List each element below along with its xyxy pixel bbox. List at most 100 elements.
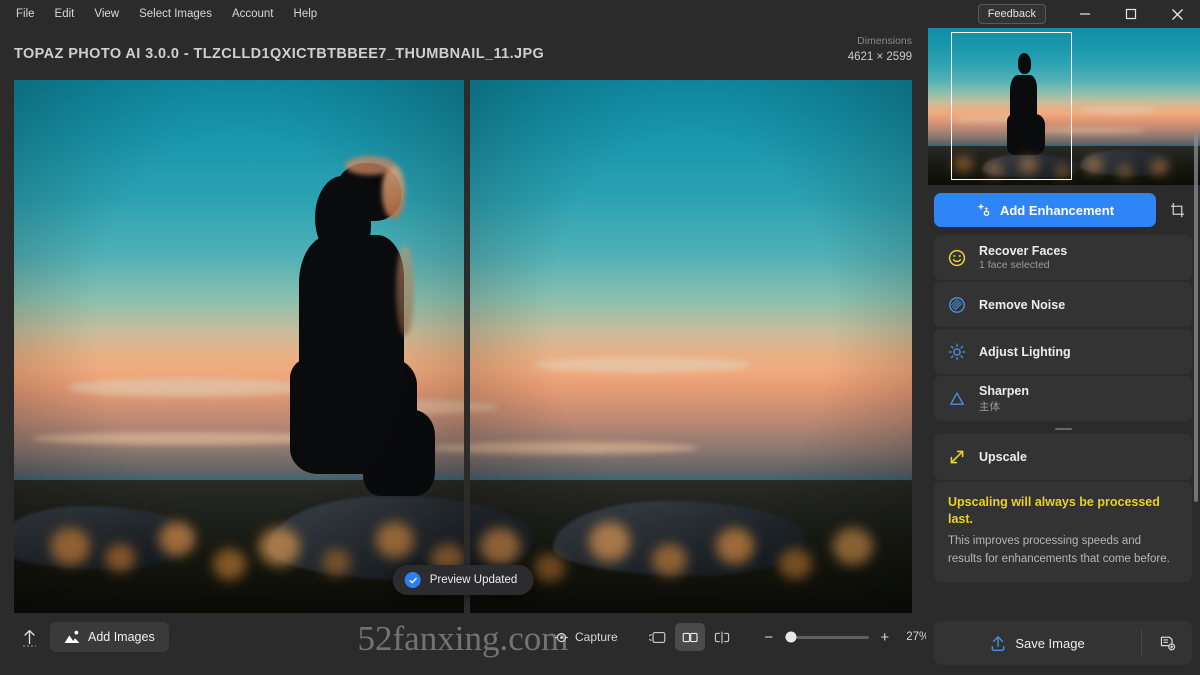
zoom-slider[interactable] [784, 631, 869, 643]
capture-label: Capture [575, 630, 618, 644]
enhancement-subtitle: 1 face selected [979, 259, 1050, 271]
navigator-viewport-rect[interactable] [951, 32, 1072, 180]
window-controls: Feedback [977, 0, 1200, 28]
bottom-toolbar: Add Images Capture − + 27% [0, 613, 961, 661]
canvas-pane-enhanced[interactable] [469, 80, 912, 613]
cloud-shape [1077, 106, 1160, 113]
menu-bar: File Edit View Select Images Account Hel… [0, 4, 327, 24]
bokeh-light [1118, 164, 1132, 178]
add-images-button[interactable]: Add Images [50, 622, 169, 652]
enhancement-item-upscale[interactable]: Upscale [934, 434, 1192, 480]
right-panel-scrollbar[interactable] [1194, 132, 1198, 502]
bokeh-light [376, 522, 415, 558]
enhancement-item-remove-noise[interactable]: Remove Noise [934, 282, 1192, 327]
zoom-slider-handle[interactable] [785, 631, 797, 643]
menu-item-file[interactable]: File [6, 4, 45, 24]
menu-item-edit[interactable]: Edit [45, 4, 85, 24]
enhancement-text: Sharpen 主体 [979, 384, 1029, 414]
upload-arrow-icon [991, 635, 1005, 651]
menu-item-select-images[interactable]: Select Images [129, 4, 222, 24]
view-mode-side-by-side[interactable] [674, 623, 705, 651]
upload-icon[interactable] [14, 622, 44, 652]
page-title: TOPAZ PHOTO AI 3.0.0 - TLZCLLD1QXICTBTBB… [14, 46, 545, 62]
bokeh-light [322, 549, 352, 576]
photo-original [14, 80, 464, 613]
minimize-button[interactable] [1062, 0, 1108, 28]
maximize-button[interactable] [1108, 0, 1154, 28]
enhancement-item-recover-faces[interactable]: Recover Faces 1 face selected [934, 235, 1192, 280]
save-row: Save Image [934, 621, 1192, 665]
feedback-button[interactable]: Feedback [977, 4, 1046, 24]
image-icon [64, 630, 80, 643]
bokeh-light [213, 549, 246, 580]
enhancement-text: Adjust Lighting [979, 345, 1071, 359]
view-mode-group [643, 623, 737, 651]
title-bar: File Edit View Select Images Account Hel… [0, 0, 1200, 28]
brightness-sun-icon [948, 343, 966, 361]
bokeh-light [652, 543, 687, 576]
upscale-note-body: This improves processing speeds and resu… [948, 535, 1170, 565]
zoom-in-button[interactable]: + [877, 629, 893, 645]
photo-sky [469, 80, 912, 475]
bokeh-light [715, 527, 754, 564]
split-view-icon [714, 631, 729, 643]
rim-light [344, 155, 395, 175]
menu-item-help[interactable]: Help [284, 4, 328, 24]
close-button[interactable] [1154, 0, 1200, 28]
menu-item-account[interactable]: Account [222, 4, 284, 24]
status-badge: Preview Updated [392, 565, 534, 595]
save-image-button[interactable]: Save Image [934, 621, 1141, 665]
capture-button[interactable]: Capture [545, 625, 627, 650]
upscale-note-card: Upscaling will always be processed last.… [934, 482, 1192, 582]
canvas-region: Preview Updated Add Images Capture − + 2… [0, 80, 961, 675]
triangle-sharpen-icon [948, 390, 966, 408]
add-enhancement-button[interactable]: Add Enhancement [934, 193, 1156, 227]
right-panel: Add Enhancement Recover Faces 1 face sel… [926, 28, 1200, 675]
save-options-button[interactable] [1142, 621, 1192, 665]
noise-circle-icon [948, 296, 966, 314]
bokeh-light [779, 549, 812, 579]
panel-resize-handle[interactable] [934, 423, 1192, 434]
cloud-shape [68, 378, 304, 397]
navigator-thumbnail[interactable] [928, 28, 1200, 185]
enhancement-header: Add Enhancement [926, 193, 1200, 227]
bokeh-light [588, 522, 631, 562]
bokeh-light [258, 527, 301, 567]
upscale-note-title: Upscaling will always be processed last. [948, 495, 1160, 526]
add-enhancement-label: Add Enhancement [999, 202, 1115, 218]
menu-item-view[interactable]: View [84, 4, 129, 24]
save-image-label: Save Image [1015, 635, 1085, 651]
enhancement-list: Recover Faces 1 face selected Remove Noi… [926, 235, 1200, 621]
capture-icon [555, 632, 568, 642]
sparkle-icon [977, 203, 990, 217]
check-icon [404, 572, 421, 588]
zoom-out-button[interactable]: − [761, 629, 777, 645]
view-mode-single[interactable] [643, 623, 673, 651]
status-badge-label: Preview Updated [429, 574, 518, 586]
enhancement-title: Upscale [979, 450, 1027, 464]
crop-icon [1170, 202, 1184, 217]
dimensions-readout: Dimensions 4621 × 2599 [848, 34, 912, 66]
bokeh-light [50, 527, 91, 566]
enhancement-item-adjust-lighting[interactable]: Adjust Lighting [934, 329, 1192, 374]
rim-light [381, 165, 406, 219]
single-view-icon [648, 631, 666, 643]
enhancement-title: Recover Faces [979, 244, 1068, 258]
crop-button[interactable] [1162, 193, 1192, 227]
enhancement-text: Upscale [979, 450, 1027, 464]
photo-enhanced [469, 80, 912, 613]
save-as-icon [1160, 636, 1175, 650]
canvas-tools: Capture − + 27% [545, 623, 967, 651]
enhancement-title: Adjust Lighting [979, 344, 1071, 359]
add-images-label: Add Images [88, 630, 155, 644]
canvas-pane-original[interactable] [14, 80, 464, 613]
enhancement-title: Sharpen [979, 383, 1030, 398]
view-mode-split[interactable] [707, 623, 737, 651]
figure-lower-leg [362, 410, 436, 496]
image-canvas[interactable]: Preview Updated [14, 80, 912, 613]
bokeh-light [480, 527, 520, 566]
enhancement-item-sharpen[interactable]: Sharpen 主体 [934, 376, 1192, 421]
enhancement-subtitle: 主体 [979, 400, 1000, 413]
enhancement-text: Recover Faces 1 face selected [979, 244, 1067, 271]
dimensions-label: Dimensions [857, 35, 912, 47]
